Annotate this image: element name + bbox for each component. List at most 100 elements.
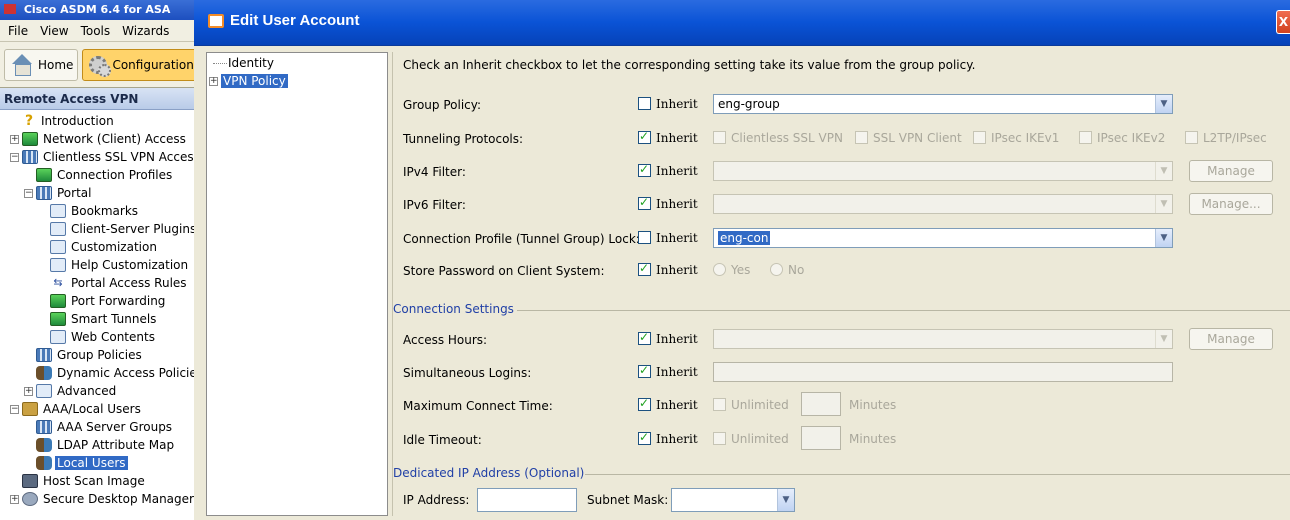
dialog-title-bar[interactable]: Edit User Account X — [194, 0, 1290, 46]
collapse-icon[interactable]: − — [10, 404, 19, 414]
max-connect-time-units: Minutes — [849, 398, 897, 412]
people-icon — [36, 456, 52, 470]
grid-icon — [36, 420, 52, 434]
chevron-down-icon: ▼ — [1155, 162, 1172, 180]
connection-settings-divider — [517, 310, 1290, 311]
access-hours-inherit-checkbox[interactable] — [638, 330, 651, 345]
ipv6-filter-select[interactable]: ▼ — [713, 194, 1173, 214]
ipv4-filter-inherit-checkbox[interactable] — [638, 162, 651, 177]
menu-tools[interactable]: Tools — [81, 24, 111, 38]
ipsec-ikev1-checkbox[interactable] — [973, 131, 986, 144]
menu-wizards[interactable]: Wizards — [122, 24, 169, 38]
ip-address-input[interactable] — [477, 488, 577, 512]
tree-item-group-policies[interactable]: Group Policies — [36, 346, 144, 364]
chevron-down-icon: ▼ — [1155, 95, 1172, 113]
tree-item-dynamic-access-policies[interactable]: Dynamic Access Policies — [36, 364, 194, 382]
idle-timeout-unlimited-checkbox[interactable] — [713, 432, 726, 445]
tree-item-portal[interactable]: − Portal — [24, 184, 93, 202]
people-icon — [36, 438, 52, 452]
expand-icon[interactable]: + — [209, 76, 218, 86]
ssl-vpn-client-checkbox[interactable] — [855, 131, 868, 144]
connection-profile-lock-select[interactable]: eng-con ▼ — [713, 228, 1173, 248]
tree-item-host-scan-image[interactable]: Host Scan Image — [22, 472, 147, 490]
group-policy-inherit-label: Inherit — [656, 97, 698, 111]
ipsec-ikev1-label: IPsec IKEv1 — [991, 131, 1060, 145]
menu-file[interactable]: File — [8, 24, 28, 38]
simultaneous-logins-inherit-label: Inherit — [656, 365, 698, 379]
group-policy-select[interactable]: eng-group ▼ — [713, 94, 1173, 114]
ssl-vpn-client-label: SSL VPN Client — [873, 131, 962, 145]
configuration-button[interactable]: Configuration — [82, 48, 194, 81]
tree-item-portal-access-rules[interactable]: ⇆ Portal Access Rules — [50, 274, 189, 292]
ipv4-filter-select[interactable]: ▼ — [713, 161, 1173, 181]
l2tp-ipsec-checkbox[interactable] — [1185, 131, 1198, 144]
simultaneous-logins-inherit-checkbox[interactable] — [638, 363, 651, 378]
idle-timeout-input[interactable] — [801, 426, 841, 450]
page-icon — [50, 330, 66, 344]
max-connect-time-input[interactable] — [801, 392, 841, 416]
tree-item-clientless-ssl-vpn[interactable]: − Clientless SSL VPN Access — [10, 148, 194, 166]
expand-icon[interactable]: + — [10, 134, 19, 144]
collapse-icon[interactable]: − — [10, 152, 19, 162]
max-connect-time-inherit-checkbox[interactable] — [638, 396, 651, 411]
simultaneous-logins-input[interactable] — [713, 362, 1173, 382]
expand-icon[interactable]: + — [24, 386, 33, 396]
collapse-icon[interactable]: − — [24, 188, 33, 198]
idle-timeout-inherit-checkbox[interactable] — [638, 430, 651, 445]
home-button[interactable]: Home — [4, 48, 79, 81]
tree-item-web-contents[interactable]: Web Contents — [50, 328, 157, 346]
configuration-gears-icon — [87, 54, 112, 77]
page-icon — [50, 222, 66, 236]
tree-item-label: Advanced — [57, 384, 117, 398]
store-password-no-radio[interactable] — [770, 263, 783, 276]
access-hours-select[interactable]: ▼ — [713, 329, 1173, 349]
group-policy-inherit-checkbox[interactable] — [638, 97, 651, 110]
clientless-ssl-vpn-checkbox[interactable] — [713, 131, 726, 144]
tree-item-label: Bookmarks — [71, 204, 139, 218]
max-connect-time-unlimited-checkbox[interactable] — [713, 398, 726, 411]
home-button-label: Home — [38, 57, 74, 72]
tree-item-help-customization[interactable]: Help Customization — [50, 256, 190, 274]
ipv6-filter-manage-button[interactable]: Manage... — [1189, 193, 1273, 215]
nav-item-label: VPN Policy — [221, 74, 288, 88]
connection-profile-lock-label: Connection Profile (Tunnel Group) Lock: — [403, 232, 640, 246]
tree-item-connection-profiles[interactable]: Connection Profiles — [36, 166, 174, 184]
tree-item-customization[interactable]: Customization — [50, 238, 159, 256]
ipv6-filter-inherit-checkbox[interactable] — [638, 195, 651, 210]
tunneling-inherit-checkbox[interactable] — [638, 129, 651, 144]
store-password-yes-radio[interactable] — [713, 263, 726, 276]
tree-item-aaa-local-users[interactable]: − AAA/Local Users — [10, 400, 143, 418]
tree-item-label: Network (Client) Access — [43, 132, 186, 146]
access-hours-manage-button[interactable]: Manage — [1189, 328, 1273, 350]
nav-item-identity[interactable]: Identity — [213, 55, 274, 71]
tree-item-smart-tunnels[interactable]: Smart Tunnels — [50, 310, 158, 328]
main-toolbar: Home Configuration — [0, 42, 194, 88]
nav-item-vpn-policy[interactable]: + VPN Policy — [209, 73, 288, 89]
tree-item-label: Help Customization — [71, 258, 189, 272]
subnet-mask-select[interactable]: ▼ — [671, 488, 795, 512]
tree-item-label: Dynamic Access Policies — [57, 366, 194, 380]
tree-item-label: Clientless SSL VPN Access — [43, 150, 194, 164]
edit-user-account-dialog: Edit User Account X Identity + VPN Polic… — [194, 0, 1290, 520]
ipv4-filter-manage-button[interactable]: Manage — [1189, 160, 1273, 182]
store-password-label: Store Password on Client System: — [403, 264, 605, 278]
tree-item-ldap-attribute-map[interactable]: LDAP Attribute Map — [36, 436, 176, 454]
tree-item-bookmarks[interactable]: Bookmarks — [50, 202, 140, 220]
tree-item-port-forwarding[interactable]: Port Forwarding — [50, 292, 167, 310]
tree-item-advanced[interactable]: + Advanced — [24, 382, 118, 400]
tree-item-label: Host Scan Image — [43, 474, 145, 488]
close-button[interactable]: X — [1276, 10, 1290, 34]
expand-icon[interactable]: + — [10, 494, 19, 504]
tree-item-introduction[interactable]: ? Introduction — [22, 112, 116, 130]
ipv6-filter-inherit-label: Inherit — [656, 197, 698, 211]
store-password-inherit-checkbox[interactable] — [638, 261, 651, 276]
idle-timeout-unlimited-label: Unlimited — [731, 432, 789, 446]
ipsec-ikev2-checkbox[interactable] — [1079, 131, 1092, 144]
tree-item-local-users[interactable]: Local Users — [36, 454, 128, 472]
tree-item-client-server-plugins[interactable]: Client-Server Plugins — [50, 220, 194, 238]
tree-item-aaa-server-groups[interactable]: AAA Server Groups — [36, 418, 174, 436]
menu-view[interactable]: View — [40, 24, 68, 38]
connection-profile-lock-inherit-checkbox[interactable] — [638, 231, 651, 244]
tree-item-network-client-access[interactable]: + Network (Client) Access — [10, 130, 188, 148]
tree-item-secure-desktop-manager[interactable]: + Secure Desktop Manager — [10, 490, 194, 508]
